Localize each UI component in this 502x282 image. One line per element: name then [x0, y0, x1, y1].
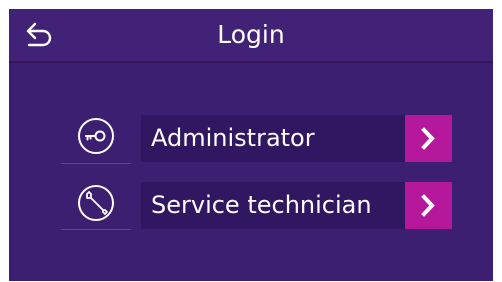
login-screen: Login Administrator Service technician: [9, 9, 493, 281]
wrench-icon: [76, 183, 116, 223]
key-icon: [76, 116, 116, 156]
service-technician-button[interactable]: Service technician: [141, 182, 452, 229]
page-title: Login: [217, 20, 285, 49]
row-divider: [61, 229, 131, 230]
row-divider: [61, 163, 131, 164]
administrator-arrow[interactable]: [405, 115, 452, 162]
chevron-right-icon: [421, 127, 435, 150]
chevron-right-icon: [421, 194, 435, 217]
administrator-button[interactable]: Administrator: [141, 115, 452, 162]
service-technician-arrow[interactable]: [405, 182, 452, 229]
header-bar: Login: [9, 9, 493, 63]
service-technician-label: Service technician: [151, 191, 372, 219]
administrator-label: Administrator: [151, 124, 315, 152]
